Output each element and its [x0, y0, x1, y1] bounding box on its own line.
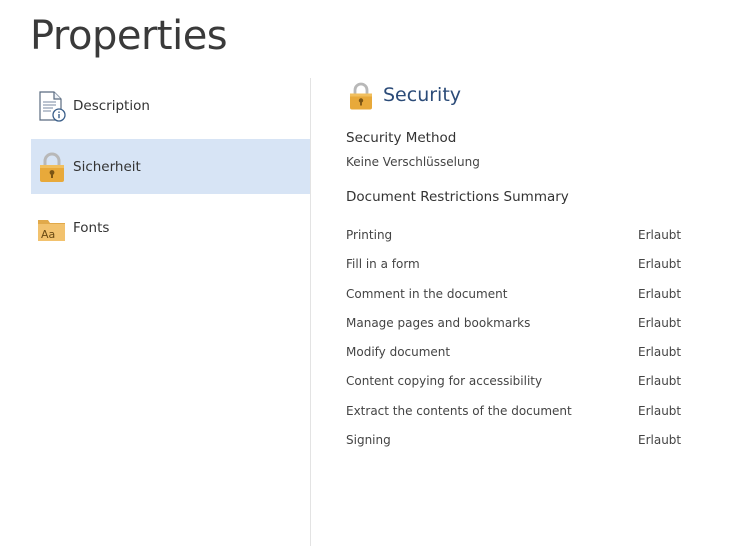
restriction-name: Modify document: [346, 345, 451, 360]
sidebar-item-label: Fonts: [73, 219, 110, 236]
sidebar-item-label: Description: [73, 97, 150, 114]
lock-icon: [350, 82, 372, 110]
restriction-name: Content copying for accessibility: [346, 374, 543, 389]
restriction-name: Signing: [346, 433, 391, 448]
restriction-row: Manage pages and bookmarks Erlaubt: [346, 314, 686, 343]
section-title: Security: [383, 84, 462, 106]
font-folder-icon: Aa: [38, 219, 65, 241]
lock-icon: [40, 152, 64, 182]
sidebar: Description Sicherheit Aa Fonts: [31, 78, 310, 261]
security-method-value: Keine Verschlüsselung: [346, 155, 480, 169]
restriction-name: Printing: [346, 228, 393, 242]
restriction-value: Erlaubt: [638, 315, 682, 330]
restriction-value: Erlaubt: [638, 345, 682, 360]
restrictions-summary-heading: Document Restrictions Summary: [346, 189, 569, 205]
restriction-value: Erlaubt: [638, 374, 682, 389]
restrictions-list: Printing Erlaubt Fill in a form Erlaubt …: [346, 226, 686, 460]
sidebar-item-description[interactable]: Description: [31, 78, 310, 133]
page-title: Properties: [30, 13, 228, 59]
panel-divider: [310, 78, 311, 546]
restriction-row: Extract the contents of the document Erl…: [346, 402, 686, 431]
sidebar-item-fonts[interactable]: Aa Fonts: [31, 200, 310, 255]
restriction-name: Extract the contents of the document: [346, 403, 572, 418]
restriction-value: Erlaubt: [638, 286, 682, 301]
restriction-row: Comment in the document Erlaubt: [346, 285, 686, 314]
restriction-value: Erlaubt: [638, 433, 682, 448]
document-info-icon: [39, 90, 66, 122]
sidebar-item-label: Sicherheit: [73, 158, 141, 175]
security-panel: Security Security Method Keine Verschlüs…: [346, 78, 686, 447]
section-header: Security: [346, 78, 686, 116]
restriction-name: Comment in the document: [346, 286, 508, 301]
restriction-row: Modify document Erlaubt: [346, 343, 686, 372]
restriction-name: Manage pages and bookmarks: [346, 315, 531, 330]
restriction-value: Erlaubt: [638, 257, 682, 272]
sidebar-item-sicherheit[interactable]: Sicherheit: [31, 139, 310, 194]
restriction-value: Erlaubt: [638, 228, 682, 242]
restriction-row: Printing Erlaubt: [346, 226, 686, 255]
restriction-row: Content copying for accessibility Erlaub…: [346, 372, 686, 401]
restriction-row: Signing Erlaubt: [346, 431, 686, 460]
restriction-name: Fill in a form: [346, 257, 420, 272]
security-method-heading: Security Method: [346, 130, 457, 146]
restriction-value: Erlaubt: [638, 403, 682, 418]
properties-page: Properties Description Sicherheit Aa Fon…: [0, 0, 754, 546]
svg-text:Aa: Aa: [41, 228, 55, 241]
restriction-row: Fill in a form Erlaubt: [346, 255, 686, 284]
